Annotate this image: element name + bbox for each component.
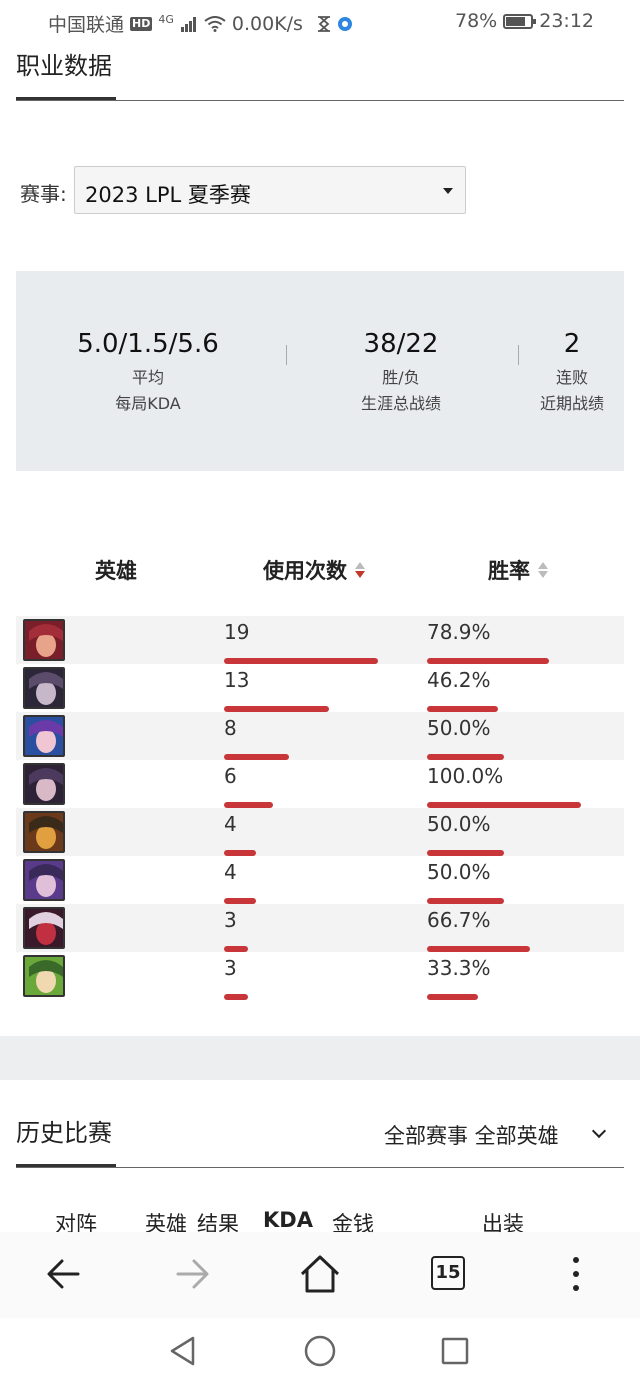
- section-gap: [0, 1036, 640, 1080]
- stat-streak-value: 2: [563, 329, 581, 359]
- header-uses-label: 使用次数: [263, 559, 347, 583]
- chevron-down-icon[interactable]: [591, 1123, 607, 1139]
- forward-arrow-icon[interactable]: [170, 1252, 214, 1296]
- system-nav-bar: [0, 1318, 640, 1386]
- event-select[interactable]: 2023 LPL 夏季赛: [74, 166, 466, 214]
- wifi-icon: [204, 15, 226, 32]
- tabs-button[interactable]: 15: [431, 1256, 465, 1290]
- hero-avatar-green-hair: [23, 955, 65, 997]
- stat-streak-label: 连败: [555, 368, 588, 387]
- winrate-value: 33.3%: [427, 956, 491, 980]
- table-row[interactable]: 19 78.9%: [16, 616, 624, 664]
- battery-percent: 78%: [455, 10, 498, 32]
- browser-notification-icon: [337, 16, 352, 31]
- browser-toolbar: 15: [0, 1232, 640, 1318]
- status-bar: 中国联通 HD 4G 0.00K/s 78% 23:12: [0, 0, 640, 42]
- stat-separator: [286, 345, 287, 365]
- hero-avatar-red-hair: [23, 619, 65, 661]
- stat-record-label: 胜/负: [382, 368, 420, 387]
- stat-kda-sublabel: 每局KDA: [115, 394, 181, 413]
- stat-record-sublabel: 生涯总战绩: [360, 394, 441, 413]
- uses-count: 6: [224, 764, 237, 788]
- stat-kda-label: 平均: [131, 368, 164, 387]
- back-arrow-icon[interactable]: [42, 1252, 86, 1296]
- stat-kda-value: 5.0/1.5/5.6: [77, 329, 219, 359]
- table-row[interactable]: 4 50.0%: [16, 808, 624, 856]
- nav-recents-icon[interactable]: [440, 1336, 470, 1366]
- uses-count: 13: [224, 668, 250, 692]
- stat-streak-sublabel: 近期战绩: [539, 394, 604, 413]
- career-divider: [16, 100, 624, 101]
- stat-record-value: 38/22: [363, 329, 439, 359]
- status-left: 中国联通 HD 4G 0.00K/s: [48, 10, 353, 37]
- winrate-value: 78.9%: [427, 620, 491, 644]
- uses-count: 3: [224, 956, 237, 980]
- table-row[interactable]: 6 100.0%: [16, 760, 624, 808]
- stat-kda: 5.0/1.5/5.6 平均 每局KDA: [66, 329, 230, 417]
- table-row[interactable]: 8 50.0%: [16, 712, 624, 760]
- status-right: 78% 23:12: [455, 10, 594, 32]
- uses-count: 8: [224, 716, 237, 740]
- sort-icon: [355, 562, 365, 578]
- winrate-bar: [427, 994, 479, 1000]
- hero-avatar-purple: [23, 763, 65, 805]
- hero-avatar-blue-hair: [23, 715, 65, 757]
- sort-icon: [538, 562, 548, 578]
- winrate-value: 66.7%: [427, 908, 491, 932]
- header-winrate[interactable]: 胜率: [488, 555, 548, 585]
- uses-count: 19: [224, 620, 250, 644]
- hero-avatar-violet: [23, 859, 65, 901]
- network-type: 4G: [158, 13, 174, 26]
- winrate-value: 50.0%: [427, 812, 491, 836]
- history-divider: [16, 1167, 624, 1168]
- history-section-title: 历史比赛: [16, 1119, 112, 1147]
- network-speed: 0.00K/s: [231, 12, 303, 35]
- table-row[interactable]: 4 50.0%: [16, 856, 624, 904]
- hero-table: 19 78.9% 13 46.2% 8 50.0% 6 100.0% 4 50.0% 4 50.0% 3…: [16, 616, 624, 1000]
- col-kda: KDA: [263, 1208, 313, 1232]
- hero-avatar-crimson: [23, 907, 65, 949]
- uses-count: 3: [224, 908, 237, 932]
- table-row[interactable]: 3 66.7%: [16, 904, 624, 952]
- event-label: 赛事:: [20, 182, 67, 206]
- hero-avatar-yordle: [23, 811, 65, 853]
- uses-bar: [224, 994, 249, 1000]
- event-select-value: 2023 LPL 夏季赛: [85, 183, 251, 207]
- header-winrate-label: 胜率: [488, 559, 530, 583]
- uses-count: 4: [224, 812, 237, 836]
- header-hero-label: 英雄: [95, 559, 137, 583]
- battery-icon: [503, 13, 537, 29]
- history-filter[interactable]: 全部赛事 全部英雄: [384, 1120, 559, 1150]
- more-menu-icon[interactable]: [554, 1252, 598, 1296]
- winrate-value: 100.0%: [427, 764, 504, 788]
- home-icon[interactable]: [298, 1252, 342, 1296]
- hourglass-icon: [317, 15, 330, 32]
- signal-icon: [180, 16, 196, 32]
- nav-back-icon[interactable]: [166, 1334, 200, 1368]
- table-row[interactable]: 13 46.2%: [16, 664, 624, 712]
- stat-record: 38/22 胜/负 生涯总战绩: [336, 329, 466, 417]
- uses-count: 4: [224, 860, 237, 884]
- header-uses[interactable]: 使用次数: [263, 555, 365, 585]
- stat-streak: 2 连败 近期战绩: [532, 329, 612, 417]
- winrate-value: 50.0%: [427, 716, 491, 740]
- nav-home-icon[interactable]: [303, 1334, 337, 1368]
- table-row[interactable]: 3 33.3%: [16, 952, 624, 1000]
- clock: 23:12: [539, 10, 594, 32]
- hero-avatar-dark: [23, 667, 65, 709]
- career-section-title: 职业数据: [16, 52, 112, 80]
- winrate-value: 50.0%: [427, 860, 491, 884]
- hd-badge: HD: [130, 16, 153, 31]
- caret-down-icon: [443, 188, 453, 194]
- stats-panel: 5.0/1.5/5.6 平均 每局KDA 38/22 胜/负 生涯总战绩 2 连…: [16, 271, 624, 471]
- stat-separator: [518, 345, 519, 365]
- carrier-name: 中国联通: [48, 14, 125, 36]
- header-hero: 英雄: [95, 555, 137, 585]
- winrate-value: 46.2%: [427, 668, 491, 692]
